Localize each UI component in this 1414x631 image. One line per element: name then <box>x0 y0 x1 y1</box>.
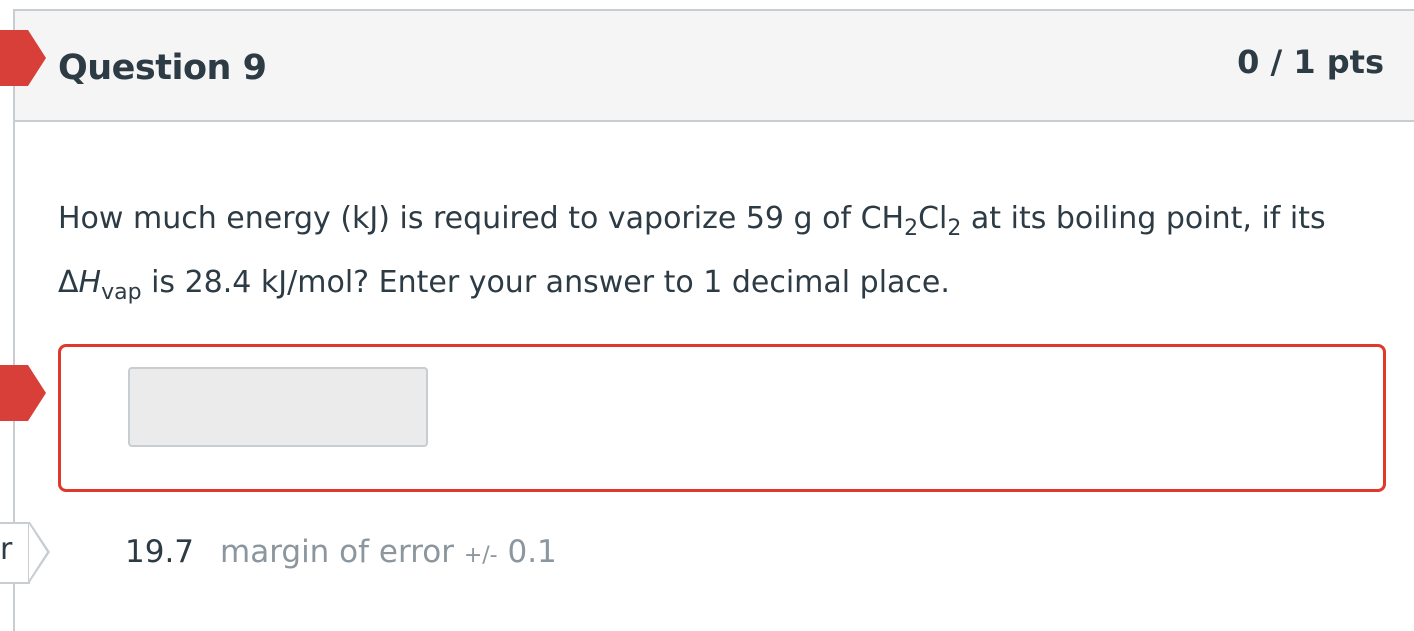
question-text-part3: at its boiling point, if its <box>961 201 1326 236</box>
subscript-vap: vap <box>101 280 142 305</box>
delta-symbol: Δ <box>58 265 79 300</box>
margin-of-error: margin of error +/- 0.1 <box>220 534 557 570</box>
question-points: 0 / 1 pts <box>1237 43 1384 81</box>
question-text-part4: is 28.4 kJ/mol? Enter your answer to 1 d… <box>141 265 950 300</box>
question-text: How much energy (kJ) is required to vapo… <box>58 192 1378 320</box>
question-title: Question 9 <box>58 48 267 88</box>
correct-answer-flag-label: r <box>0 532 13 567</box>
subscript-2: 2 <box>947 216 962 241</box>
margin-label: margin of error <box>220 534 454 570</box>
margin-sign: +/- <box>463 543 498 568</box>
question-text-part1: How much energy (kJ) is required to vapo… <box>58 201 905 236</box>
question-text-part2: Cl <box>918 201 948 236</box>
answer-flag-marker <box>0 365 46 421</box>
correct-answer-value: 19.7 <box>125 534 195 570</box>
enthalpy-symbol: H <box>78 265 102 300</box>
question-flag-marker <box>0 30 46 86</box>
margin-value: 0.1 <box>507 534 557 570</box>
question-header: Question 9 0 / 1 pts <box>15 11 1414 122</box>
answer-input[interactable] <box>128 367 428 447</box>
subscript-1: 2 <box>904 216 919 241</box>
